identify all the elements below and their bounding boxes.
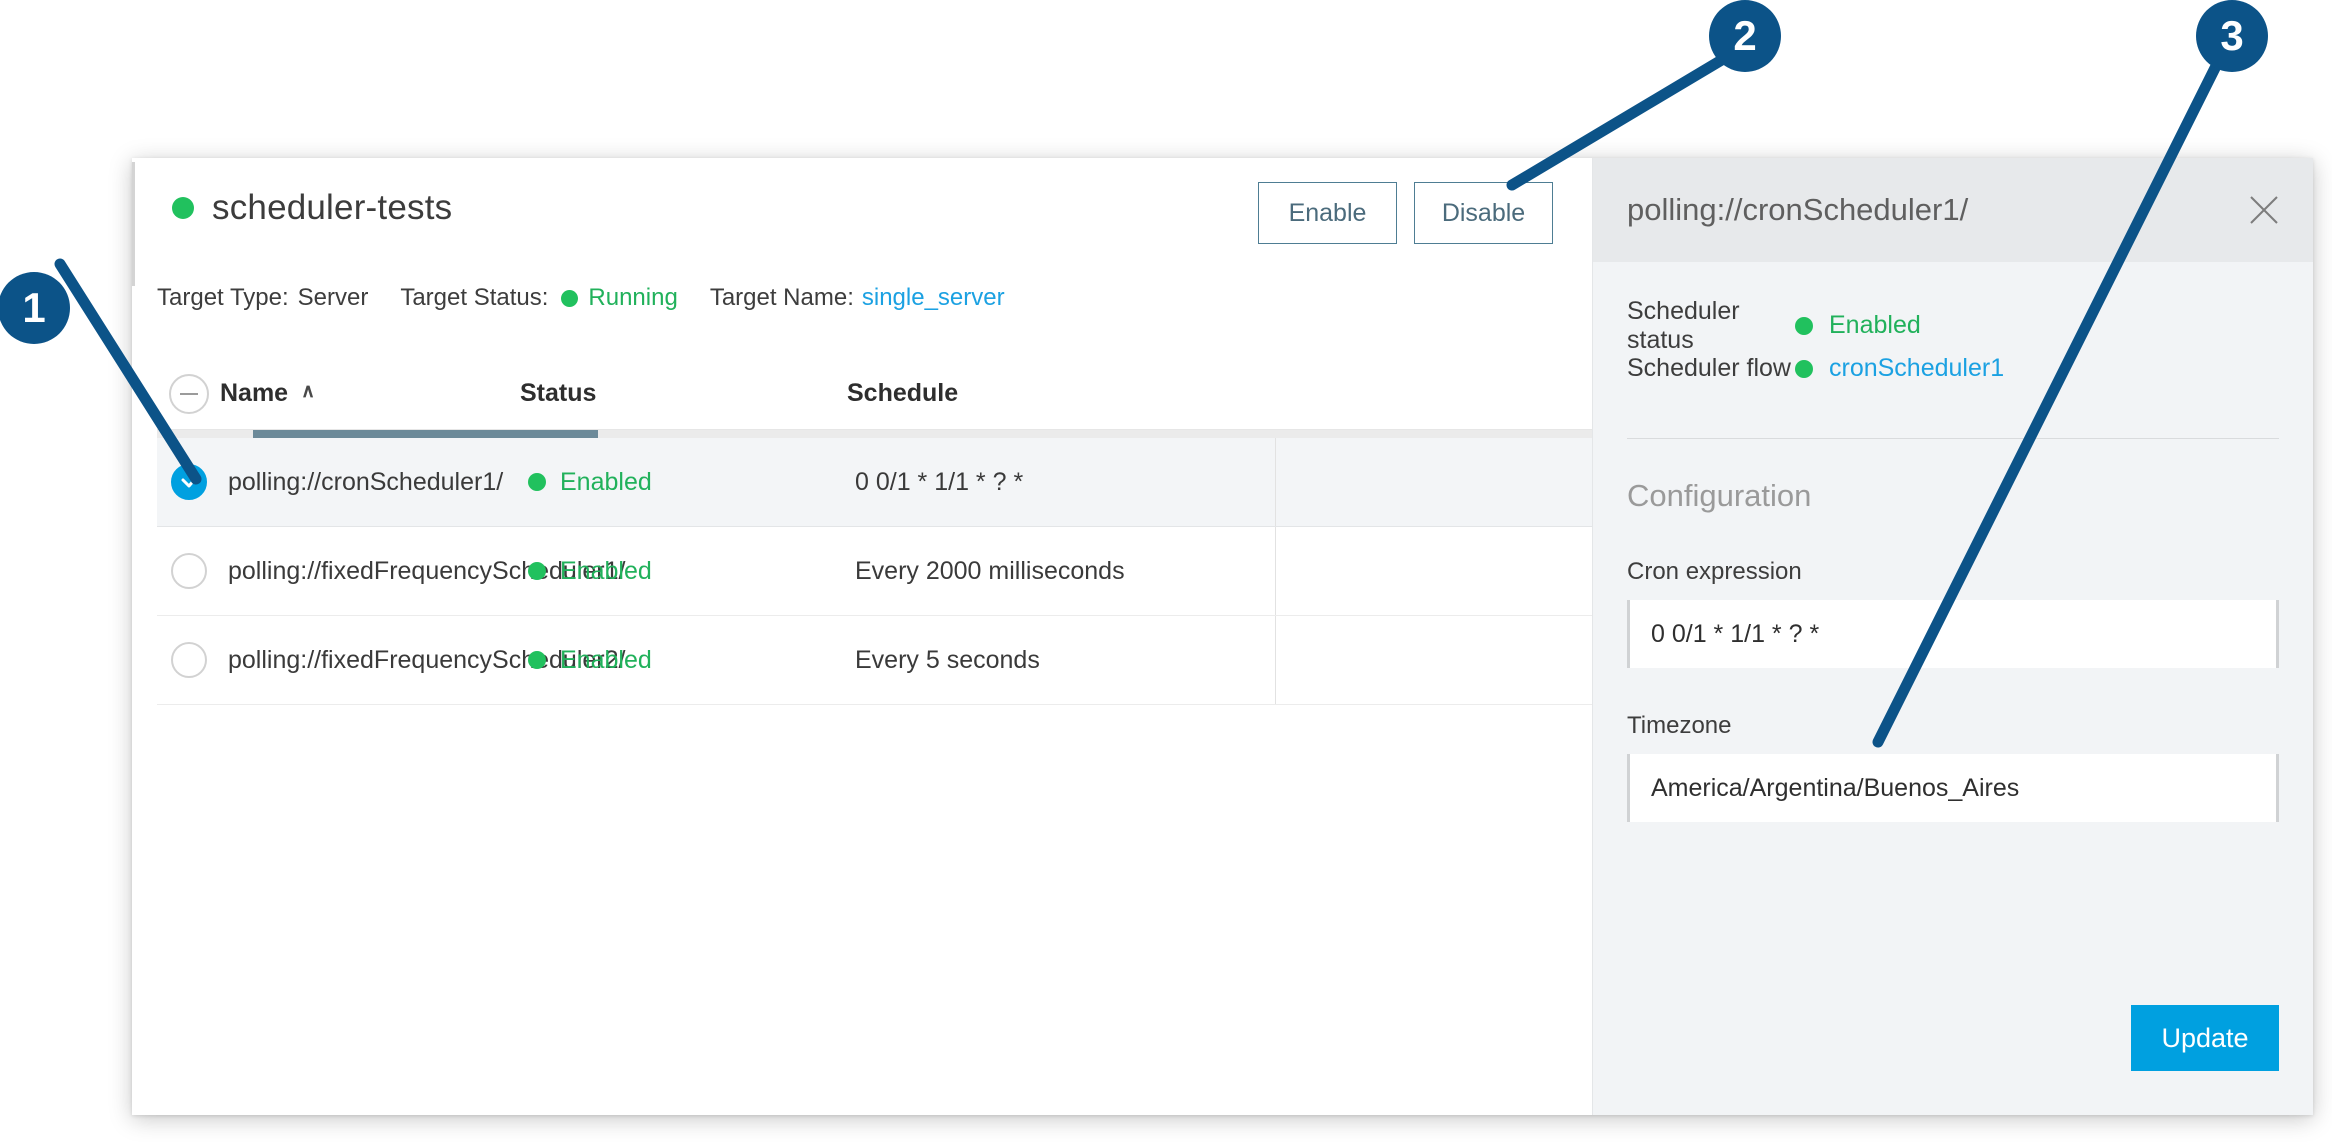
row-status-dot-icon xyxy=(528,651,546,669)
scheduler-flow-row: Scheduler flow cronScheduler1 xyxy=(1627,347,2279,390)
target-meta-row: Target Type: Server Target Status: Runni… xyxy=(157,284,1037,312)
scheduler-status-label: Scheduler status xyxy=(1627,296,1740,354)
row-schedule: Every 5 seconds xyxy=(855,645,1040,674)
scheduler-status-value: Enabled xyxy=(1829,311,1921,339)
target-name-link[interactable]: single_server xyxy=(862,284,1005,312)
dialog-title-row: scheduler-tests xyxy=(172,188,452,228)
timezone-field: Timezone xyxy=(1627,712,2279,822)
callout-badge-3: 3 xyxy=(2196,0,2268,72)
table-header-row: Name ∧ Status Schedule xyxy=(157,358,1592,430)
row-status: Enabled xyxy=(528,557,825,586)
row-status-dot-icon xyxy=(528,473,546,491)
target-status-value: Running xyxy=(588,284,678,311)
scheduler-flow-dot-icon xyxy=(1795,359,1813,378)
row-status: Enabled xyxy=(528,468,825,497)
target-name-label: Target Name: xyxy=(709,284,854,311)
scheduler-table: Name ∧ Status Schedule polling://cronSch… xyxy=(157,358,1592,705)
row-status-label: Enabled xyxy=(560,556,652,585)
running-dot-icon xyxy=(561,289,579,307)
action-buttons: Enable Disable xyxy=(1258,182,1553,244)
scheduler-dialog: scheduler-tests Target Type: Server Targ… xyxy=(132,158,2313,1115)
schedule-column-divider xyxy=(1275,438,1276,526)
callout-badge-2: 2 xyxy=(1709,0,1781,72)
scheduler-flow-link[interactable]: cronScheduler1 xyxy=(1829,354,2004,383)
column-header-schedule-label: Schedule xyxy=(847,379,959,407)
target-type-value: Server xyxy=(297,284,369,311)
row-checkbox-checked-icon[interactable] xyxy=(170,464,207,500)
disable-button[interactable]: Disable xyxy=(1414,182,1553,244)
column-header-status-label: Status xyxy=(520,379,597,407)
scheduler-status-dot-icon xyxy=(1795,316,1813,335)
row-status: Enabled xyxy=(528,646,825,675)
callout-badge-1: 1 xyxy=(0,272,70,344)
schedule-column-divider xyxy=(1275,616,1276,704)
panel-divider xyxy=(1627,438,2279,439)
timezone-label: Timezone xyxy=(1627,712,1732,739)
sort-indicator-bar xyxy=(253,430,598,438)
title-accent-bar xyxy=(132,162,135,286)
detail-panel-body: Scheduler status Enabled Scheduler flow … xyxy=(1593,297,2313,822)
schedule-column-divider xyxy=(1275,527,1276,615)
select-all-cell xyxy=(157,373,220,414)
column-header-name-label: Name xyxy=(220,379,289,407)
detail-panel-title: polling://cronScheduler1/ xyxy=(1627,192,1969,227)
scheduler-list-pane: scheduler-tests Target Type: Server Targ… xyxy=(132,158,1592,1115)
scheduler-status-row: Scheduler status Enabled xyxy=(1627,297,2279,354)
close-icon[interactable] xyxy=(2241,187,2287,233)
status-dot-icon xyxy=(172,197,194,219)
target-status-item: Target Status: Running xyxy=(400,284,677,312)
screenshot-root: scheduler-tests Target Type: Server Targ… xyxy=(0,0,2332,1142)
row-select-cell xyxy=(157,642,220,678)
row-status-dot-icon xyxy=(528,562,546,580)
page-title: scheduler-tests xyxy=(212,188,453,227)
configuration-heading: Configuration xyxy=(1627,478,1812,513)
target-type-item: Target Type: Server xyxy=(157,284,368,312)
row-name: polling://fixedFrequencyScheduler1/ xyxy=(228,556,626,585)
row-name: polling://fixedFrequencyScheduler2/ xyxy=(228,645,626,674)
select-all-minus-icon[interactable] xyxy=(168,373,209,414)
row-status-label: Enabled xyxy=(560,645,652,674)
row-select-cell xyxy=(157,553,220,589)
target-type-label: Target Type: xyxy=(157,284,289,311)
row-schedule: 0 0/1 * 1/1 * ? * xyxy=(855,467,1024,496)
minus-bar xyxy=(179,392,198,395)
column-header-schedule[interactable]: Schedule xyxy=(817,379,1592,408)
timezone-input[interactable] xyxy=(1627,754,2279,822)
row-status-label: Enabled xyxy=(560,467,652,496)
sort-indicator-track xyxy=(157,430,1592,438)
cron-expression-input[interactable] xyxy=(1627,600,2279,668)
target-name-item: Target Name: single_server xyxy=(710,284,1005,312)
row-name: polling://cronScheduler1/ xyxy=(228,467,504,496)
table-row[interactable]: polling://fixedFrequencyScheduler1/ Enab… xyxy=(157,527,1592,616)
row-checkbox-icon[interactable] xyxy=(170,642,207,678)
table-row[interactable]: polling://fixedFrequencyScheduler2/ Enab… xyxy=(157,616,1592,705)
row-schedule: Every 2000 milliseconds xyxy=(855,556,1125,585)
table-row[interactable]: polling://cronScheduler1/ Enabled 0 0/1 … xyxy=(157,438,1592,527)
column-header-name[interactable]: Name ∧ xyxy=(220,379,520,408)
enable-button[interactable]: Enable xyxy=(1258,182,1397,244)
target-status-label: Target Status: xyxy=(400,284,549,311)
scheduler-flow-label: Scheduler flow xyxy=(1627,354,1791,382)
update-button[interactable]: Update xyxy=(2131,1005,2279,1071)
column-header-status[interactable]: Status xyxy=(520,379,817,408)
row-select-cell xyxy=(157,464,220,500)
cron-expression-field: Cron expression xyxy=(1627,558,2279,668)
row-checkbox-icon[interactable] xyxy=(170,553,207,589)
sort-ascending-icon: ∧ xyxy=(301,381,316,402)
detail-panel-header: polling://cronScheduler1/ xyxy=(1593,158,2313,262)
scheduler-detail-panel: polling://cronScheduler1/ Scheduler stat… xyxy=(1592,158,2313,1115)
cron-expression-label: Cron expression xyxy=(1627,558,1802,585)
